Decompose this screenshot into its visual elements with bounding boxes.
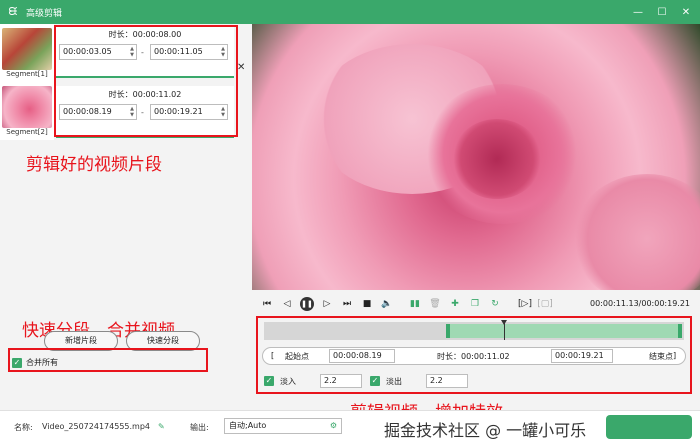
- bottom-bar: 名称: Video_250724174555.mp4 ✎ 输出: 自动;Auto…: [0, 410, 700, 448]
- step-back-icon[interactable]: ◁: [280, 297, 294, 311]
- reset-icon[interactable]: ↻: [488, 297, 502, 311]
- effects-highlight-box: [256, 316, 692, 394]
- name-label: 名称:: [14, 423, 33, 432]
- add-icon[interactable]: ✚: [448, 297, 462, 311]
- segment-thumbnail-2[interactable]: [2, 86, 52, 128]
- segments-highlight-box: [54, 25, 238, 137]
- minimize-icon[interactable]: —: [630, 4, 646, 20]
- maximize-icon[interactable]: ☐: [654, 4, 670, 20]
- close-icon[interactable]: ✕: [678, 4, 694, 20]
- thumbnail-column: Segment[1] Segment[2]: [0, 24, 54, 140]
- delete-icon[interactable]: 🗑: [428, 297, 442, 311]
- filename-text: Video_250724174555.mp4: [42, 422, 150, 431]
- window-title: 高级剪辑: [26, 8, 63, 19]
- remove-segment-icon[interactable]: ✕: [237, 62, 245, 73]
- prev-segment-icon[interactable]: ⏮: [260, 297, 274, 311]
- step-forward-icon[interactable]: ▷: [320, 297, 334, 311]
- rabbit-icon: ᙙ: [8, 5, 18, 18]
- output-field[interactable]: 自动;Auto ⚙: [224, 418, 342, 434]
- segment-label-2: Segment[2]: [6, 128, 48, 136]
- split-icon[interactable]: ▮▮: [408, 297, 422, 311]
- mark-out-icon[interactable]: [▢]: [537, 297, 553, 311]
- edit-icon[interactable]: ✎: [158, 422, 165, 431]
- segment-label-1: Segment[1]: [6, 70, 48, 78]
- split-highlight-box: [8, 348, 208, 372]
- title-bar: ᙙ 高级剪辑 — ☐ ✕: [0, 0, 700, 24]
- video-preview[interactable]: [252, 24, 700, 290]
- settings-gear-icon[interactable]: ⚙: [330, 419, 337, 433]
- watermark-text: 掘金技术社区 @ 一罐小可乐: [384, 421, 587, 440]
- output-label: 输出:: [190, 423, 209, 432]
- copy-icon[interactable]: ❐: [468, 297, 482, 311]
- export-button[interactable]: [606, 415, 692, 439]
- timecode-display: 00:00:11.13/00:00:19.21: [590, 299, 690, 308]
- volume-icon[interactable]: 🔈: [380, 297, 394, 311]
- segments-annotation: 剪辑好的视频片段: [26, 155, 162, 175]
- pause-icon[interactable]: ❚❚: [300, 297, 314, 311]
- segment-thumbnail-1[interactable]: [2, 28, 52, 70]
- mark-in-icon[interactable]: [▷]: [518, 297, 532, 311]
- next-segment-icon[interactable]: ⏭: [340, 297, 354, 311]
- stop-icon[interactable]: ■: [360, 297, 374, 311]
